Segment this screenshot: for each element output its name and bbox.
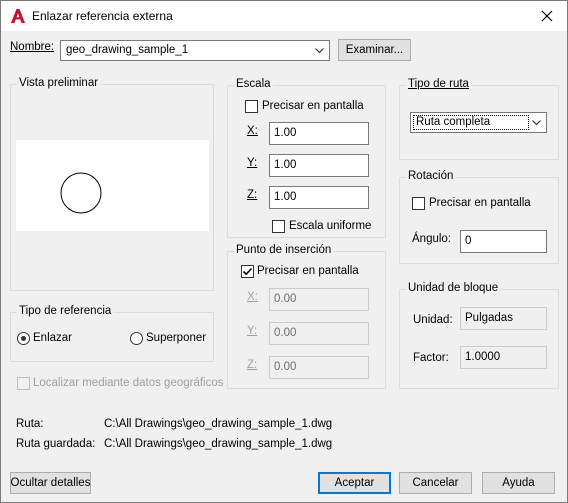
title-bar: Enlazar referencia externa — [1, 1, 567, 31]
cancel-button-label: Cancelar — [412, 477, 459, 489]
chevron-down-icon — [532, 120, 541, 126]
path-type-value: Ruta completa — [416, 116, 491, 128]
path-value: C:\All Drawings\geo_drawing_sample_1.dwg — [104, 418, 333, 430]
geo-locate-label: Localizar mediante datos geográficos — [33, 377, 224, 389]
angle-value: 0 — [465, 235, 472, 247]
close-icon — [541, 10, 553, 22]
factor-label: Factor: — [413, 352, 449, 364]
hide-details-label: Ocultar detalles — [10, 477, 91, 489]
hide-details-button[interactable]: Ocultar detalles — [10, 472, 91, 494]
name-label: Nombre: — [10, 41, 55, 53]
scale-y-label: Y: — [247, 157, 258, 169]
insertion-x-label: X: — [247, 291, 258, 303]
help-button-label: Ayuda — [502, 477, 535, 489]
insertion-z-label: Z: — [247, 359, 258, 371]
browse-button-label: Examinar... — [345, 44, 404, 56]
insertion-z-value: 0.00 — [274, 361, 297, 373]
path-type-combo[interactable]: Ruta completa — [410, 112, 547, 133]
unit-value: Pulgadas — [465, 312, 513, 324]
insertion-x-value: 0.00 — [274, 293, 297, 305]
uniform-scale-label[interactable]: Escala uniforme — [289, 220, 371, 232]
preview-group-title: Vista preliminar — [17, 77, 101, 89]
insertion-point-title: Punto de inserción — [234, 244, 334, 256]
insertion-z-input[interactable]: 0.00 — [269, 356, 369, 379]
autocad-logo-icon — [11, 9, 25, 23]
uniform-scale-checkbox[interactable] — [272, 220, 285, 233]
angle-input[interactable]: 0 — [460, 230, 547, 253]
ok-button[interactable]: Aceptar — [318, 472, 391, 494]
scale-z-input[interactable]: 1.00 — [269, 186, 369, 209]
rotation-specify-label[interactable]: Precisar en pantalla — [429, 197, 531, 209]
close-button[interactable] — [527, 1, 567, 31]
overlay-radio[interactable] — [130, 332, 143, 345]
insertion-specify-label[interactable]: Precisar en pantalla — [257, 265, 359, 277]
help-button[interactable]: Ayuda — [482, 472, 555, 494]
cancel-button[interactable]: Cancelar — [399, 472, 472, 494]
attach-radio-label[interactable]: Enlazar — [33, 332, 72, 344]
scale-group-title: Escala — [234, 78, 273, 90]
insertion-x-input[interactable]: 0.00 — [269, 288, 369, 311]
angle-label: Ángulo: — [412, 233, 452, 245]
path-label: Ruta: — [16, 418, 44, 430]
reference-type-title: Tipo de referencia — [17, 305, 114, 317]
name-combo[interactable]: geo_drawing_sample_1 — [60, 40, 330, 61]
browse-button[interactable]: Examinar... — [338, 39, 411, 61]
scale-z-label: Z: — [247, 189, 258, 201]
attach-radio[interactable] — [17, 332, 30, 345]
scale-specify-checkbox[interactable] — [245, 100, 258, 113]
saved-path-label: Ruta guardada: — [16, 438, 96, 450]
block-unit-group: Unidad de bloque — [399, 282, 559, 389]
xref-attach-dialog: Enlazar referencia externa Nombre: geo_d… — [0, 0, 568, 503]
scale-specify-label[interactable]: Precisar en pantalla — [262, 100, 364, 112]
block-unit-title: Unidad de bloque — [406, 282, 501, 294]
rotation-group-title: Rotación — [406, 170, 456, 182]
rotation-specify-checkbox[interactable] — [412, 197, 425, 210]
window-title: Enlazar referencia externa — [32, 9, 173, 23]
scale-y-input[interactable]: 1.00 — [269, 154, 369, 177]
unit-field: Pulgadas — [460, 307, 547, 330]
scale-x-value: 1.00 — [274, 127, 297, 139]
geo-locate-checkbox[interactable] — [17, 377, 30, 390]
scale-z-value: 1.00 — [274, 191, 297, 203]
scale-x-label: X: — [247, 125, 258, 137]
name-combo-value: geo_drawing_sample_1 — [66, 44, 189, 56]
checkmark-icon — [242, 267, 253, 276]
preview-pane — [16, 140, 209, 231]
factor-field: 1.0000 — [460, 346, 547, 369]
scale-y-value: 1.00 — [274, 159, 297, 171]
insertion-y-value: 0.00 — [274, 327, 297, 339]
path-type-title: Tipo de ruta — [406, 78, 471, 90]
insertion-y-label: Y: — [247, 325, 258, 337]
insertion-y-input[interactable]: 0.00 — [269, 322, 369, 345]
unit-label: Unidad: — [413, 314, 453, 326]
chevron-down-icon — [315, 48, 324, 54]
preview-circle-drawing — [60, 172, 102, 214]
overlay-radio-label[interactable]: Superponer — [146, 332, 206, 344]
scale-x-input[interactable]: 1.00 — [269, 122, 369, 145]
radio-selected-dot — [21, 336, 26, 341]
insertion-specify-checkbox[interactable] — [241, 265, 254, 278]
ok-button-label: Aceptar — [334, 477, 375, 489]
factor-value: 1.0000 — [465, 351, 501, 363]
saved-path-value: C:\All Drawings\geo_drawing_sample_1.dwg — [104, 438, 333, 450]
